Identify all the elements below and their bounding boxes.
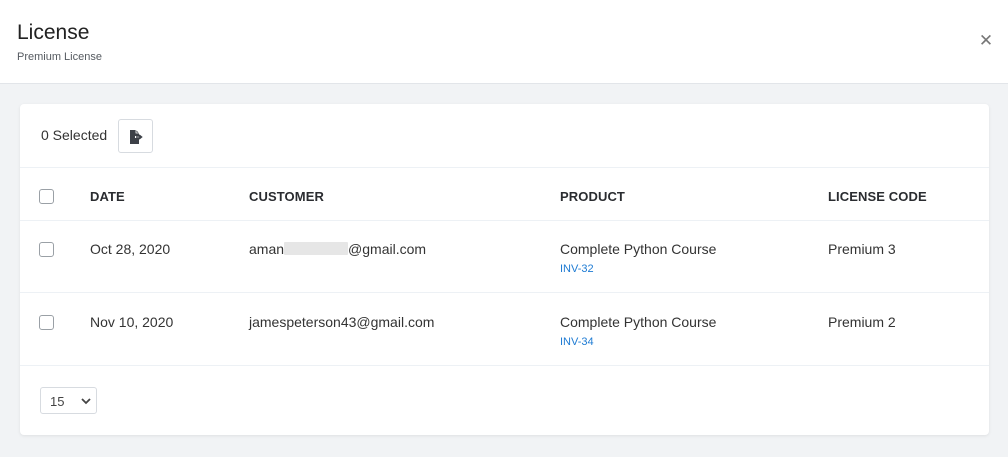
row-customer: jamespeterson43@gmail.com [249, 314, 435, 330]
page-size-select[interactable]: 15 [40, 387, 97, 414]
table-row[interactable]: Oct 28, 2020 aman @gmail.com Complete Pyt… [20, 221, 989, 293]
page-subtitle: Premium License [17, 51, 102, 63]
column-header-license-code[interactable]: LICENSE CODE [828, 189, 927, 204]
selected-count: 0 Selected [41, 127, 108, 143]
row-invoice-link[interactable]: INV-32 [560, 263, 594, 275]
row-product: Complete Python Course [560, 314, 717, 330]
row-license-code: Premium 2 [828, 314, 896, 330]
row-date: Nov 10, 2020 [90, 314, 174, 330]
row-checkbox[interactable] [39, 315, 54, 330]
table-header: DATE CUSTOMER PRODUCT LICENSE CODE [20, 169, 989, 221]
select-all-checkbox[interactable] [39, 189, 54, 204]
export-icon [130, 130, 143, 144]
column-header-customer[interactable]: CUSTOMER [249, 189, 324, 204]
chevron-down-icon [81, 398, 91, 405]
redacted-block [284, 242, 349, 255]
customer-email-prefix: aman [249, 241, 285, 257]
license-table-card: 0 Selected DATE CUSTOMER PRODUCT LICENSE… [20, 104, 989, 435]
page-size-value: 15 [50, 394, 65, 409]
row-customer: aman @gmail.com [249, 241, 426, 257]
column-header-date[interactable]: DATE [90, 189, 125, 204]
row-license-code: Premium 3 [828, 241, 896, 257]
modal-header: License Premium License ✕ [0, 0, 1008, 84]
row-checkbox[interactable] [39, 242, 54, 257]
row-date: Oct 28, 2020 [90, 241, 171, 257]
column-header-product[interactable]: PRODUCT [560, 189, 625, 204]
customer-email-suffix: @gmail.com [348, 241, 427, 257]
close-icon[interactable]: ✕ [978, 32, 994, 50]
page-title: License [17, 21, 90, 44]
table-row[interactable]: Nov 10, 2020 jamespeterson43@gmail.com C… [20, 294, 989, 366]
table-toolbar: 0 Selected [20, 104, 989, 168]
export-button[interactable] [118, 119, 153, 153]
row-product: Complete Python Course [560, 241, 717, 257]
row-invoice-link[interactable]: INV-34 [560, 336, 594, 348]
